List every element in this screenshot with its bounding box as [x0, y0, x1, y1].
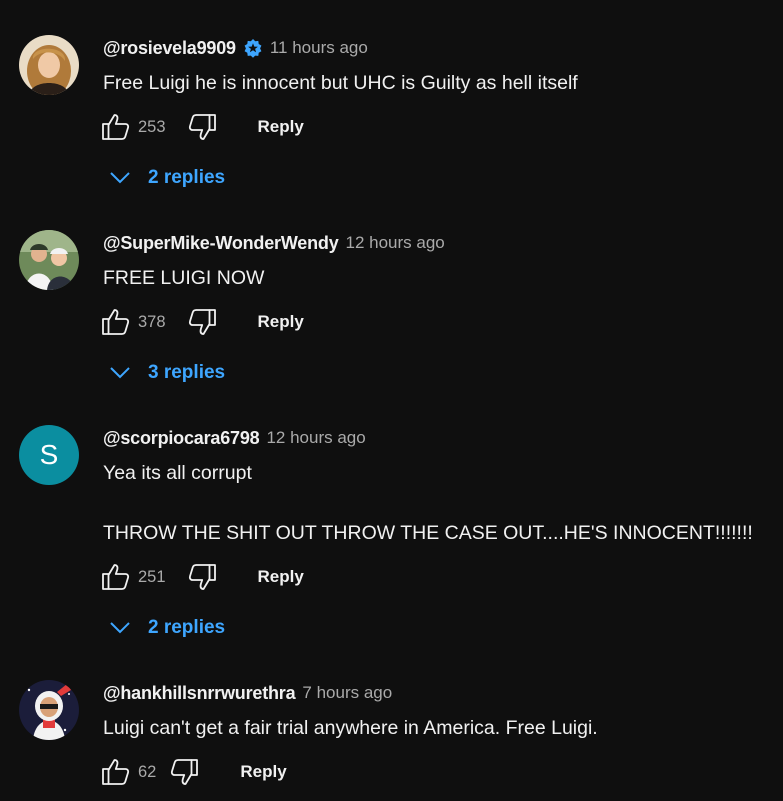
like-button[interactable]: [100, 757, 132, 787]
thumbs-up-icon: [102, 114, 130, 140]
avatar[interactable]: [19, 35, 79, 95]
comment-actions: 62 Reply: [100, 757, 287, 787]
thumbs-down-icon: [188, 309, 216, 335]
comment-actions: 253 Reply: [100, 112, 304, 142]
comment-header: @hankhillsnrrwurethra 7 hours ago: [103, 680, 392, 706]
comment-text: Luigi can't get a fair trial anywhere in…: [103, 717, 598, 739]
reply-button[interactable]: Reply: [258, 567, 304, 587]
comment-timestamp[interactable]: 12 hours ago: [346, 233, 445, 253]
author-handle[interactable]: @rosievela9909: [103, 38, 236, 59]
verified-check-icon: [243, 38, 263, 58]
avatar[interactable]: [19, 680, 79, 740]
dislike-button[interactable]: [186, 112, 218, 142]
thumbs-up-icon: [102, 759, 130, 785]
reply-button[interactable]: Reply: [258, 312, 304, 332]
author-handle[interactable]: @scorpiocara6798: [103, 428, 260, 449]
comment-text: Free Luigi he is innocent but UHC is Gui…: [103, 72, 578, 94]
like-button[interactable]: [100, 112, 132, 142]
avatar[interactable]: S: [19, 425, 79, 485]
like-count: 253: [138, 117, 166, 136]
thumbs-up-icon: [102, 564, 130, 590]
comment-actions: 378 Reply: [100, 307, 304, 337]
chevron-down-icon: [110, 172, 130, 184]
comment-text-line: Yea its all corrupt: [103, 462, 252, 484]
comment-timestamp[interactable]: 11 hours ago: [270, 38, 368, 58]
comment-timestamp[interactable]: 12 hours ago: [266, 428, 365, 448]
comment-header: @rosievela9909 11 hours ago: [103, 35, 368, 61]
thumbs-down-icon: [188, 114, 216, 140]
like-button[interactable]: [100, 307, 132, 337]
reply-button[interactable]: Reply: [258, 117, 304, 137]
replies-count-label: 2 replies: [148, 167, 226, 188]
dislike-button[interactable]: [168, 757, 200, 787]
like-button[interactable]: [100, 562, 132, 592]
comment-actions: 251 Reply: [100, 562, 304, 592]
comment-text-line: THROW THE SHIT OUT THROW THE CASE OUT...…: [103, 522, 753, 544]
comment-text: FREE LUIGI NOW: [103, 267, 265, 289]
view-replies-button[interactable]: 2 replies: [107, 613, 225, 643]
like-count: 378: [138, 312, 166, 331]
author-handle[interactable]: @hankhillsnrrwurethra: [103, 683, 296, 704]
chevron-down-icon: [110, 622, 130, 634]
dislike-button[interactable]: [186, 307, 218, 337]
dislike-button[interactable]: [186, 562, 218, 592]
thumbs-down-icon: [188, 564, 216, 590]
comment-timestamp[interactable]: 7 hours ago: [302, 683, 392, 703]
like-count: 251: [138, 567, 166, 586]
replies-count-label: 2 replies: [148, 617, 226, 638]
thumbs-up-icon: [102, 309, 130, 335]
view-replies-button[interactable]: 3 replies: [107, 358, 225, 388]
avatar[interactable]: [19, 230, 79, 290]
chevron-down-icon: [110, 367, 130, 379]
comment-header: @scorpiocara6798 12 hours ago: [103, 425, 366, 451]
comment-header: @SuperMike-WonderWendy 12 hours ago: [103, 230, 445, 256]
like-count: 62: [138, 762, 157, 781]
view-replies-button[interactable]: 2 replies: [107, 163, 225, 193]
thumbs-down-icon: [171, 759, 199, 785]
author-handle[interactable]: @SuperMike-WonderWendy: [103, 233, 339, 254]
replies-count-label: 3 replies: [148, 362, 226, 383]
reply-button[interactable]: Reply: [240, 762, 286, 782]
